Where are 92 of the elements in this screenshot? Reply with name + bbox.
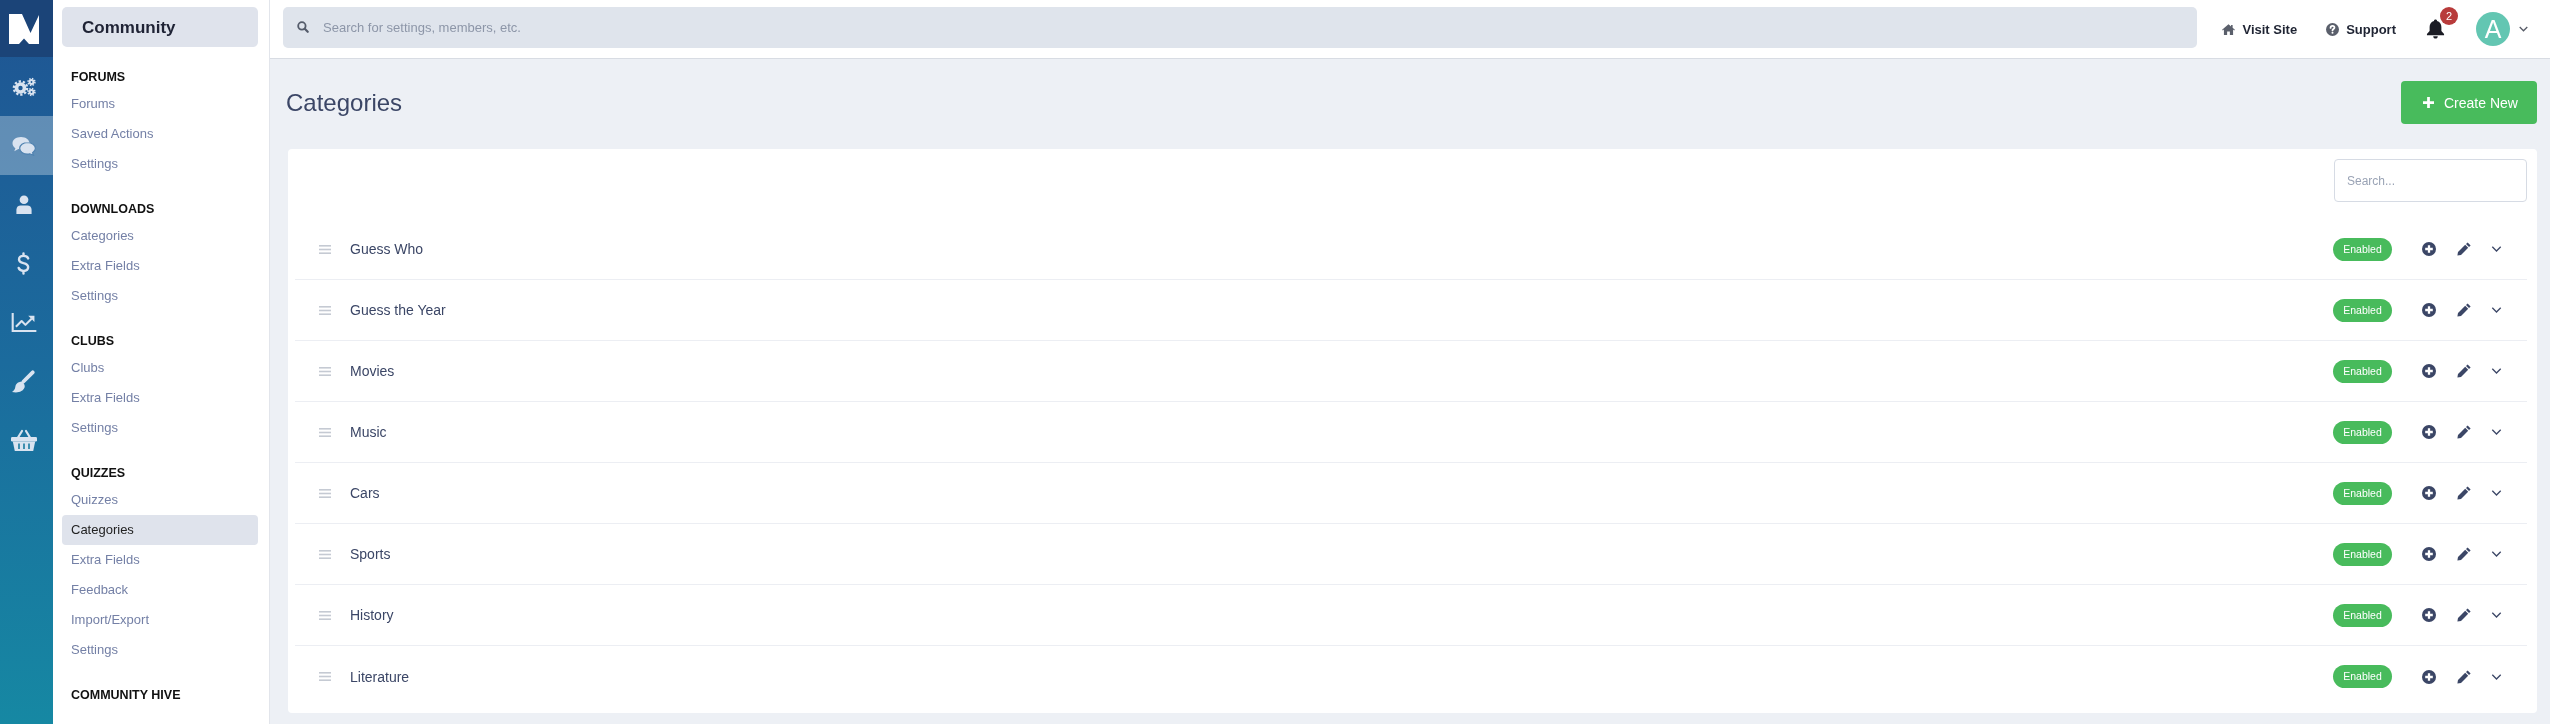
sidebar-link[interactable]: Settings [62, 149, 258, 179]
category-name: Cars [350, 485, 380, 501]
gears-icon [11, 76, 36, 97]
dollar-icon [17, 252, 30, 275]
pencil-icon[interactable] [2457, 608, 2471, 622]
sidebar-link[interactable]: Forums [62, 89, 258, 119]
logo-tile[interactable] [0, 0, 53, 57]
category-name: Music [350, 424, 387, 440]
category-name: Guess the Year [350, 302, 446, 318]
category-name: Sports [350, 546, 391, 562]
sidebar-link[interactable]: Extra Fields [62, 545, 258, 575]
chevron-down-icon[interactable] [2491, 673, 2502, 680]
drag-handle-icon[interactable] [319, 305, 331, 315]
search-field[interactable]: Search... [2334, 159, 2527, 202]
plus-circle-icon[interactable] [2422, 608, 2436, 622]
drag-handle-icon[interactable] [319, 488, 331, 498]
chevron-down-icon[interactable] [2491, 429, 2502, 435]
pencil-icon[interactable] [2457, 364, 2471, 378]
drag-handle-icon[interactable] [319, 549, 331, 559]
plus-circle-icon[interactable] [2422, 425, 2436, 439]
user-icon [15, 195, 32, 214]
status-badge: Enabled [2333, 359, 2392, 383]
plus-circle-icon[interactable] [2422, 242, 2436, 256]
pencil-icon[interactable] [2457, 425, 2471, 439]
basket-icon [10, 429, 37, 452]
pencil-icon[interactable] [2457, 303, 2471, 317]
sidebar-link[interactable]: Quizzes [62, 485, 258, 515]
section-heading: COMMUNITY HIVE [70, 687, 182, 704]
help-icon [2326, 22, 2340, 36]
section-heading: DOWNLOADS [70, 201, 156, 218]
search-field[interactable]: Search for settings, members, etc. [283, 7, 2198, 48]
chevron-down-icon[interactable] [2491, 490, 2502, 496]
status-badge: Enabled [2333, 665, 2392, 688]
chevron-down-icon[interactable] [2491, 551, 2502, 557]
chevron-down-icon[interactable] [2491, 612, 2502, 618]
avatar[interactable]: A [2476, 12, 2510, 46]
sidebar-link[interactable]: Settings [62, 413, 258, 443]
drag-handle-icon[interactable] [319, 427, 331, 437]
drag-handle-icon[interactable] [319, 244, 331, 254]
paint-brush-icon [12, 370, 35, 393]
create-new-button[interactable]: Create New [2401, 81, 2537, 124]
line-chart-icon [10, 313, 37, 332]
sidebar-link[interactable]: Import/Export [62, 605, 258, 635]
status-badge: Enabled [2333, 481, 2392, 505]
status-badge: Enabled [2333, 603, 2392, 627]
sidebar-link[interactable]: Saved Actions [62, 119, 258, 149]
search-icon [297, 21, 309, 33]
sidebar-link[interactable]: Settings [62, 635, 258, 665]
status-badge: Enabled [2333, 298, 2392, 322]
notification-badge: 2 [2440, 7, 2458, 25]
home-icon [2222, 23, 2236, 35]
chevron-down-icon[interactable] [2491, 307, 2502, 313]
chevron-down-icon[interactable] [2491, 368, 2502, 374]
sidebar-link[interactable]: Categories [62, 221, 258, 251]
plus-circle-icon[interactable] [2422, 364, 2436, 378]
section-heading: CLUBS [70, 333, 116, 350]
drag-handle-icon[interactable] [319, 366, 331, 376]
plus-circle-icon[interactable] [2422, 669, 2436, 684]
drag-handle-icon[interactable] [319, 610, 331, 620]
chevron-down-icon[interactable] [2519, 26, 2528, 32]
pencil-icon[interactable] [2457, 669, 2471, 684]
pencil-icon[interactable] [2457, 547, 2471, 561]
logo-icon [8, 13, 39, 44]
chevron-down-icon[interactable] [2491, 246, 2502, 252]
category-name: Movies [350, 363, 395, 379]
sidebar-link[interactable]: Extra Fields [62, 383, 258, 413]
plus-circle-icon[interactable] [2422, 486, 2436, 500]
status-badge: Enabled [2333, 237, 2392, 261]
sidebar-link[interactable]: Extra Fields [62, 251, 258, 281]
pencil-icon[interactable] [2457, 242, 2471, 256]
pencil-icon[interactable] [2457, 486, 2471, 500]
sidebar-link[interactable]: Clubs [62, 353, 258, 383]
plus-circle-icon[interactable] [2422, 547, 2436, 561]
plus-icon [2423, 97, 2434, 108]
sidebar-link[interactable]: Categories [62, 515, 258, 545]
top-link[interactable]: Visit Site [2222, 21, 2298, 37]
category-name: Literature [350, 668, 410, 685]
chat-bubbles-icon [11, 135, 36, 156]
category-name: Guess Who [350, 241, 424, 257]
sidebar-link[interactable]: Settings [62, 281, 258, 311]
section-heading: QUIZZES [70, 465, 127, 482]
sidebar-link[interactable]: Feedback [62, 575, 258, 605]
status-badge: Enabled [2333, 420, 2392, 444]
section-heading: FORUMS [70, 69, 127, 86]
page-title: Categories [286, 88, 403, 117]
category-name: History [350, 607, 394, 623]
status-badge: Enabled [2333, 542, 2392, 566]
sidebar-title: Community [62, 7, 258, 47]
plus-circle-icon[interactable] [2422, 303, 2436, 317]
top-link[interactable]: Support [2326, 21, 2396, 37]
drag-handle-icon[interactable] [319, 672, 331, 681]
bell-icon[interactable] [2426, 19, 2445, 39]
